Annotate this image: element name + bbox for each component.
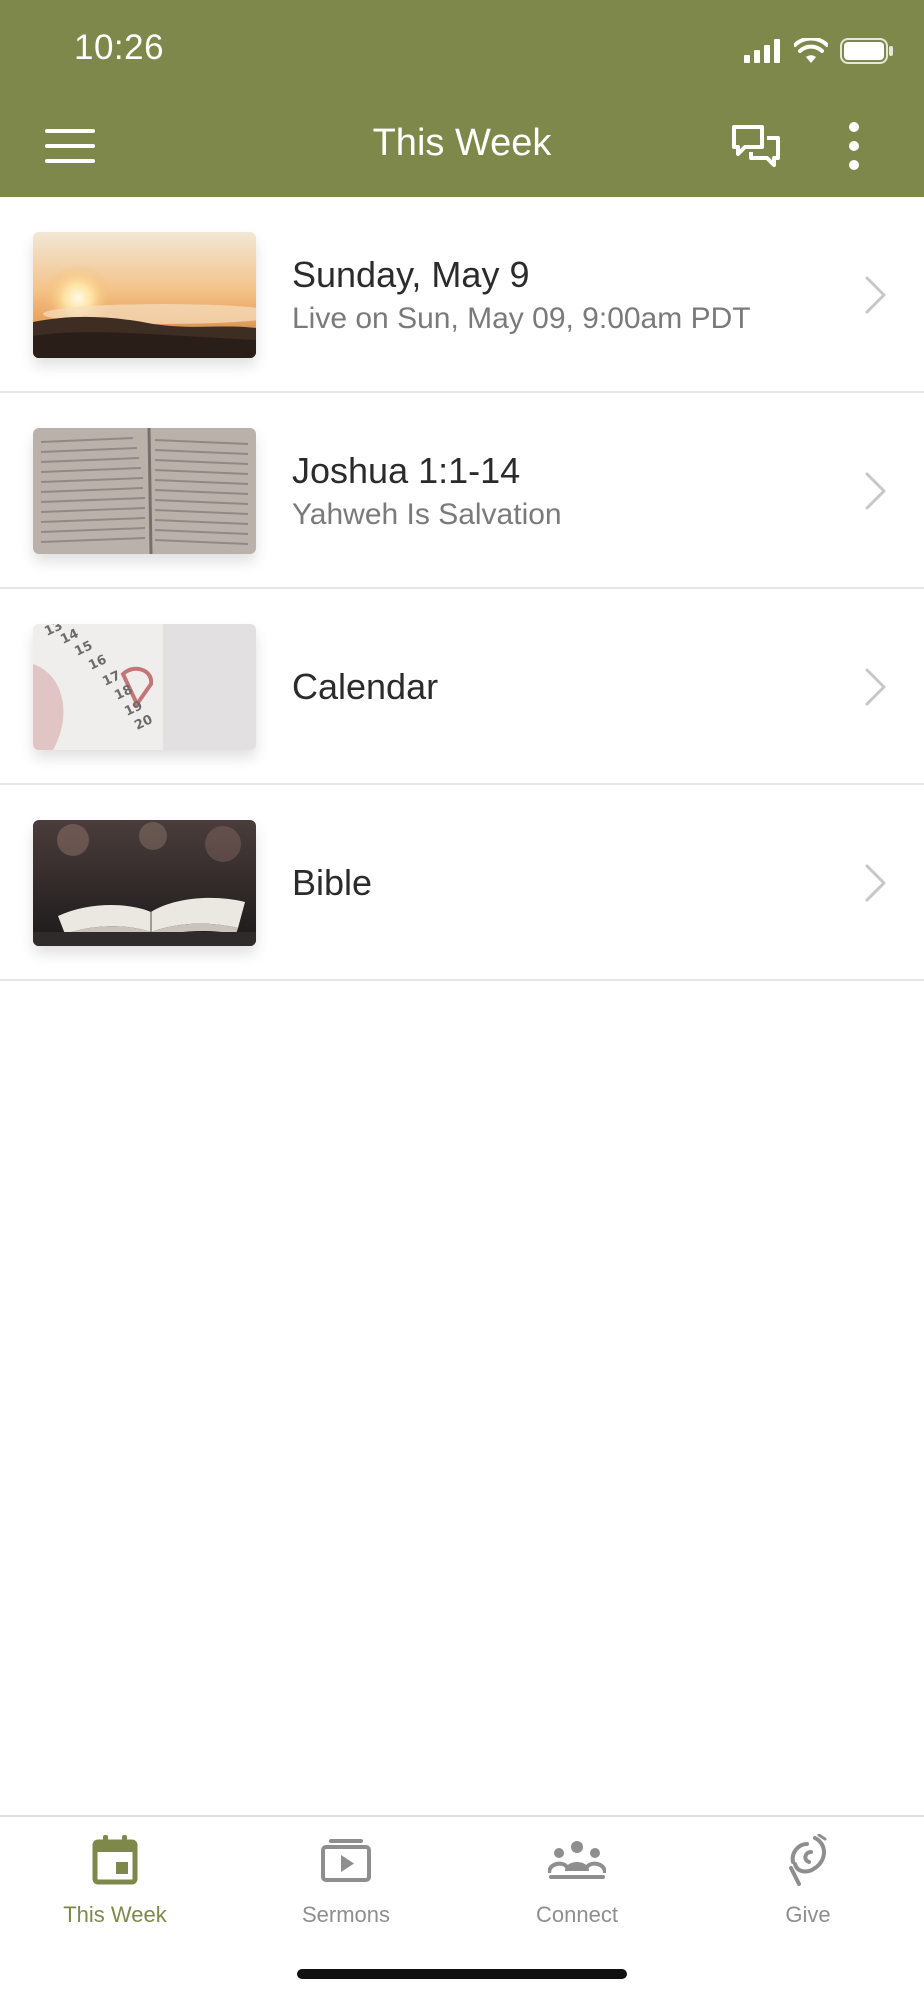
row-title: Bible: [292, 862, 373, 903]
calendar-icon: [92, 1835, 138, 1885]
signal-icon: [744, 39, 780, 63]
tab-connect[interactable]: Connect: [477, 1832, 677, 1928]
more-vertical-icon: [849, 122, 859, 170]
status-time: 10:26: [74, 28, 165, 67]
this-week-list: Sunday, May 9 Live on Sun, May 09, 9:00a…: [0, 197, 924, 981]
tab-label: Sermons: [301, 1902, 391, 1927]
status-icons: [744, 36, 894, 66]
chevron-right-icon: [865, 668, 886, 706]
give-icon: [789, 1834, 827, 1886]
row-subtitle: Yahweh Is Salvation: [292, 498, 562, 531]
people-icon: [548, 1841, 606, 1879]
chevron-right-icon: [865, 864, 886, 902]
list-item-calendar[interactable]: 13 14 15 16 17 18 19 20 Calendar: [0, 589, 924, 785]
tab-label: Connect: [536, 1902, 618, 1927]
more-button[interactable]: [826, 118, 882, 174]
list-item-sermon[interactable]: Joshua 1:1-14 Yahweh Is Salvation: [0, 393, 924, 589]
row-title: Calendar: [292, 666, 439, 707]
tab-sermons[interactable]: Sermons: [246, 1832, 446, 1928]
open-book-thumbnail: [33, 820, 256, 946]
row-title: Sunday, May 9: [292, 254, 530, 295]
chat-icon: [732, 125, 780, 167]
row-title: Joshua 1:1-14: [292, 450, 521, 491]
tab-give[interactable]: Give: [708, 1832, 908, 1928]
sunrise-thumbnail: [33, 232, 256, 358]
chevron-right-icon: [865, 472, 886, 510]
chevron-right-icon: [865, 276, 886, 314]
tab-label: This Week: [63, 1902, 167, 1927]
tab-label: Give: [785, 1902, 831, 1927]
list-item-bible[interactable]: Bible: [0, 785, 924, 981]
tab-this-week[interactable]: This Week: [15, 1832, 215, 1928]
chat-button[interactable]: [728, 118, 784, 174]
calendar-thumbnail: 13 14 15 16 17 18 19 20: [33, 624, 256, 750]
page-title: This Week: [372, 122, 552, 164]
home-indicator: [297, 1969, 627, 1979]
row-subtitle: Live on Sun, May 09, 9:00am PDT: [292, 302, 751, 335]
battery-icon: [840, 38, 893, 64]
app-header: 10:26 This Week: [0, 0, 924, 197]
list-item-sunday[interactable]: Sunday, May 9 Live on Sun, May 09, 9:00a…: [0, 197, 924, 393]
wifi-icon: [794, 38, 828, 63]
bible-page-thumbnail: [33, 428, 256, 554]
play-stack-icon: [321, 1839, 371, 1882]
